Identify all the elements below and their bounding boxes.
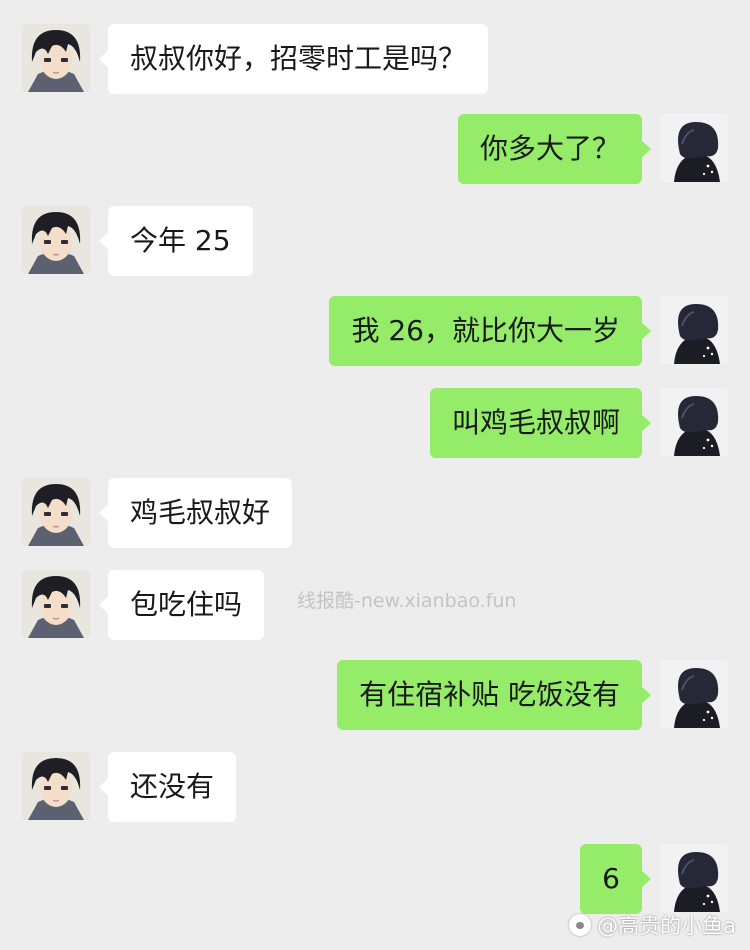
message-row: 6	[0, 844, 750, 914]
avatar[interactable]	[22, 752, 90, 820]
dark-hair-profile-avatar-icon	[660, 660, 728, 728]
anime-boy-avatar-icon	[22, 206, 90, 274]
message-row: 还没有	[0, 752, 750, 822]
outgoing-message-bubble[interactable]: 我 26，就比你大一岁	[329, 296, 651, 366]
chat-window: 叔叔你好，招零时工是吗？ 你多大了？ 今年 25 我 26，就比你大一岁 叫鸡毛…	[0, 0, 750, 950]
avatar[interactable]	[22, 206, 90, 274]
outgoing-message-bubble[interactable]: 有住宿补贴 吃饭没有	[337, 660, 651, 730]
message-row: 今年 25	[0, 206, 750, 276]
watermark-text: 线报酷-new.xianbao.fun	[297, 590, 517, 612]
message-row: 鸡毛叔叔好	[0, 478, 750, 548]
author-credit-text: @高贵的小鱼a	[597, 914, 736, 938]
avatar[interactable]	[660, 388, 728, 456]
dark-hair-profile-avatar-icon	[660, 296, 728, 364]
incoming-message-bubble[interactable]: 鸡毛叔叔好	[98, 478, 293, 548]
anime-boy-avatar-icon	[22, 478, 90, 546]
outgoing-message-bubble[interactable]: 6	[580, 844, 651, 914]
paw-icon	[569, 914, 592, 936]
author-credit: @高贵的小鱼a	[569, 910, 736, 940]
dark-hair-profile-avatar-icon	[660, 388, 728, 456]
outgoing-message-bubble[interactable]: 你多大了？	[457, 114, 652, 184]
avatar[interactable]	[22, 24, 90, 92]
avatar[interactable]	[660, 114, 728, 182]
avatar[interactable]	[660, 296, 728, 364]
incoming-message-bubble[interactable]: 叔叔你好，招零时工是吗？	[98, 24, 489, 94]
incoming-message-bubble[interactable]: 还没有	[98, 752, 237, 822]
incoming-message-bubble[interactable]: 包吃住吗	[98, 570, 265, 640]
message-row: 我 26，就比你大一岁	[0, 296, 750, 366]
message-row: 你多大了？	[0, 114, 750, 184]
incoming-message-bubble[interactable]: 今年 25	[99, 206, 253, 276]
anime-boy-avatar-icon	[22, 570, 90, 638]
dark-hair-profile-avatar-icon	[660, 844, 728, 912]
avatar[interactable]	[22, 570, 90, 638]
dark-hair-profile-avatar-icon	[660, 114, 728, 182]
anime-boy-avatar-icon	[22, 24, 90, 92]
message-row: 叔叔你好，招零时工是吗？	[0, 24, 750, 94]
avatar[interactable]	[660, 660, 728, 728]
message-row: 叫鸡毛叔叔啊	[0, 388, 750, 458]
avatar[interactable]	[660, 844, 728, 912]
message-row: 有住宿补贴 吃饭没有	[0, 660, 750, 730]
outgoing-message-bubble[interactable]: 叫鸡毛叔叔啊	[429, 388, 652, 458]
avatar[interactable]	[22, 478, 90, 546]
anime-boy-avatar-icon	[22, 752, 90, 820]
